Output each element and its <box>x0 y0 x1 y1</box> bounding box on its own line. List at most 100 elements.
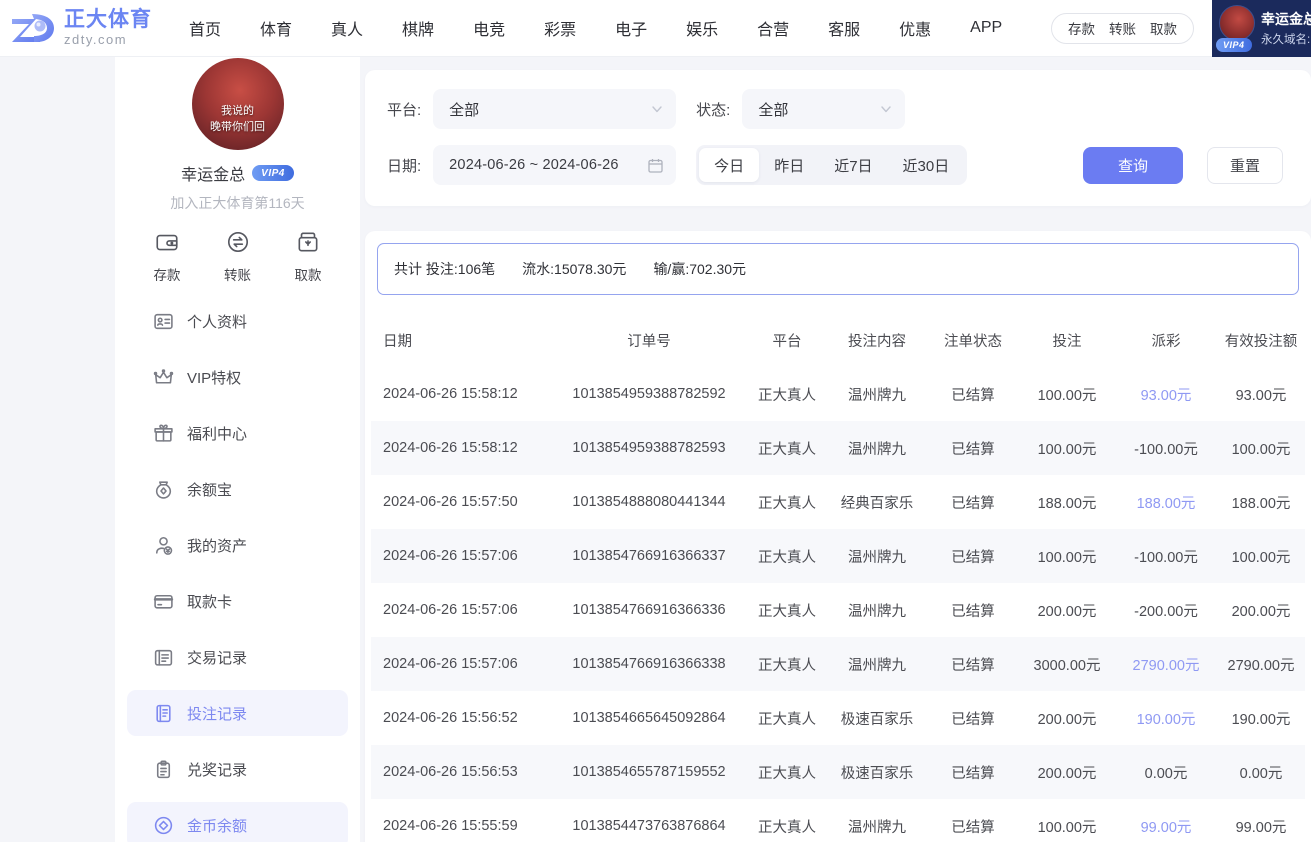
nav-item[interactable]: APP <box>970 19 1002 37</box>
table-cell-日期: 2024-06-26 15:57:06 <box>371 656 551 672</box>
date-range-input[interactable]: 2024-06-26 ~ 2024-06-26 <box>433 145 676 185</box>
table-cell-平台: 正大真人 <box>747 438 827 459</box>
calendar-icon <box>647 157 664 174</box>
table-cell-注单状态: 已结算 <box>927 546 1019 567</box>
table-cell-日期: 2024-06-26 15:55:59 <box>371 818 551 834</box>
sidebar-item-label: 取款卡 <box>187 591 232 612</box>
quick-action-转账[interactable]: 转账 <box>214 229 262 284</box>
column-header: 日期 <box>371 330 551 351</box>
table-cell-投注: 200.00元 <box>1019 708 1115 729</box>
sidebar-item-label: 交易记录 <box>187 647 247 668</box>
table-cell-投注内容: 温州牌九 <box>827 600 927 621</box>
nav-item[interactable]: 体育 <box>260 16 292 40</box>
table-cell-有效投注额: 99.00元 <box>1217 816 1305 837</box>
summary-item: 共计 投注:106笔 <box>394 259 495 279</box>
quick-action-取款[interactable]: 取款 <box>284 229 332 284</box>
sidebar-item-个人资料[interactable]: 个人资料 <box>127 298 348 344</box>
table-cell-投注内容: 温州牌九 <box>827 438 927 459</box>
range-昨日[interactable]: 昨日 <box>759 148 819 182</box>
table-cell-日期: 2024-06-26 15:57:50 <box>371 494 551 510</box>
table-cell-投注内容: 温州牌九 <box>827 654 927 675</box>
status-label: 状态: <box>696 99 730 120</box>
table-cell-注单状态: 已结算 <box>927 654 1019 675</box>
wallet-action[interactable]: 取款 <box>1150 18 1177 38</box>
sidebar-item-金币余额[interactable]: 金币余额 <box>127 802 348 842</box>
nav-item[interactable]: 彩票 <box>544 16 576 40</box>
table-cell-有效投注额: 2790.00元 <box>1217 654 1305 675</box>
table-cell-注单状态: 已结算 <box>927 762 1019 783</box>
table-cell-派彩: 93.00元 <box>1115 384 1217 405</box>
table-cell-派彩: 0.00元 <box>1115 762 1217 783</box>
summary-item: 输/赢:702.30元 <box>653 259 746 279</box>
column-header: 平台 <box>747 330 827 351</box>
table-cell-注单状态: 已结算 <box>927 708 1019 729</box>
nav-item[interactable]: 真人 <box>331 16 363 40</box>
table-cell-平台: 正大真人 <box>747 546 827 567</box>
table-row: 2024-06-26 15:57:501013854888080441344正大… <box>371 475 1305 529</box>
platform-select[interactable]: 全部 <box>433 89 676 129</box>
avatar-overlay-line2: 晚带你们回 <box>192 120 284 136</box>
table-cell-投注: 3000.00元 <box>1019 654 1115 675</box>
nav-item[interactable]: 娱乐 <box>686 16 718 40</box>
quick-action-label: 存款 <box>154 264 181 284</box>
table-cell-有效投注额: 190.00元 <box>1217 708 1305 729</box>
bet-records-icon <box>153 703 174 724</box>
wallet-action[interactable]: 转账 <box>1109 18 1136 38</box>
sidebar-item-label: 余额宝 <box>187 479 232 500</box>
table-cell-日期: 2024-06-26 15:57:06 <box>371 548 551 564</box>
table-cell-平台: 正大真人 <box>747 654 827 675</box>
sidebar-item-余额宝[interactable]: 余额宝 <box>127 466 348 512</box>
sidebar-item-取款卡[interactable]: 取款卡 <box>127 578 348 624</box>
profile-avatar[interactable]: 我说的 晚带你们回 <box>192 58 284 150</box>
table-row: 2024-06-26 15:56:521013854665645092864正大… <box>371 691 1305 745</box>
nav-item[interactable]: 首页 <box>189 16 221 40</box>
sidebar-item-福利中心[interactable]: 福利中心 <box>127 410 348 456</box>
nav-item[interactable]: 优惠 <box>899 16 931 40</box>
reset-button[interactable]: 重置 <box>1207 147 1283 184</box>
column-header: 订单号 <box>551 330 747 351</box>
table-header-row: 日期订单号平台投注内容注单状态投注派彩有效投注额 <box>371 313 1305 367</box>
status-select[interactable]: 全部 <box>742 89 905 129</box>
card-icon <box>153 591 174 612</box>
brand-mark-icon <box>10 9 56 47</box>
table-cell-订单号: 1013854766916366337 <box>551 548 747 564</box>
table-cell-平台: 正大真人 <box>747 600 827 621</box>
brand-logo[interactable]: 正大体育 zdty.com <box>0 9 185 47</box>
table-cell-订单号: 1013854959388782593 <box>551 440 747 456</box>
table-cell-日期: 2024-06-26 15:58:12 <box>371 386 551 402</box>
query-button[interactable]: 查询 <box>1083 147 1183 184</box>
table-cell-注单状态: 已结算 <box>927 384 1019 405</box>
profile-name: 幸运金总 <box>181 161 245 185</box>
table-cell-有效投注额: 200.00元 <box>1217 600 1305 621</box>
table-cell-投注: 200.00元 <box>1019 762 1115 783</box>
quick-action-存款[interactable]: 存款 <box>143 229 191 284</box>
table-cell-订单号: 1013854888080441344 <box>551 494 747 510</box>
table-cell-派彩: -100.00元 <box>1115 546 1217 567</box>
range-今日[interactable]: 今日 <box>699 148 759 182</box>
nav-item[interactable]: 电子 <box>615 16 647 40</box>
nav-item[interactable]: 客服 <box>828 16 860 40</box>
nav-item[interactable]: 棋牌 <box>402 16 434 40</box>
table-cell-投注: 188.00元 <box>1019 492 1115 513</box>
sidebar-item-交易记录[interactable]: 交易记录 <box>127 634 348 680</box>
table-cell-有效投注额: 0.00元 <box>1217 762 1305 783</box>
platform-select-value: 全部 <box>449 99 650 120</box>
wallet-action[interactable]: 存款 <box>1068 18 1095 38</box>
nav-item[interactable]: 电竞 <box>473 16 505 40</box>
range-近30日[interactable]: 近30日 <box>888 148 965 182</box>
nav-item[interactable]: 合营 <box>757 16 789 40</box>
sidebar-item-投注记录[interactable]: 投注记录 <box>127 690 348 736</box>
user-corner[interactable]: VIP4 幸运金总 永久域名: <box>1212 0 1311 57</box>
sidebar-item-VIP特权[interactable]: VIP特权 <box>127 354 348 400</box>
sidebar-item-label: 投注记录 <box>187 703 247 724</box>
sidebar-item-兑奖记录[interactable]: 兑奖记录 <box>127 746 348 792</box>
table-cell-投注: 100.00元 <box>1019 546 1115 567</box>
table-cell-注单状态: 已结算 <box>927 600 1019 621</box>
sidebar-item-我的资产[interactable]: 我的资产 <box>127 522 348 568</box>
table-cell-投注: 100.00元 <box>1019 816 1115 837</box>
range-近7日[interactable]: 近7日 <box>819 148 887 182</box>
table-cell-订单号: 1013854473763876864 <box>551 818 747 834</box>
table-cell-平台: 正大真人 <box>747 762 827 783</box>
column-header: 投注内容 <box>827 330 927 351</box>
column-header: 注单状态 <box>927 330 1019 351</box>
